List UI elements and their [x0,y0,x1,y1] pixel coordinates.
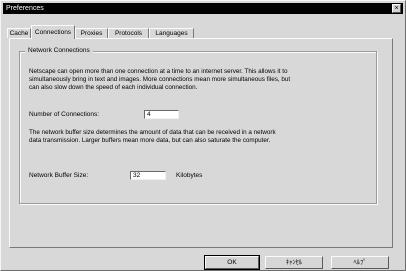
buffer-text-line-1: The network buffer size determines the a… [29,129,276,136]
preferences-dialog: Preferences × Cache Connections Proxies … [0,0,406,271]
connections-input[interactable]: 4 [144,110,179,119]
close-icon[interactable]: × [392,4,401,13]
tab-cache[interactable]: Cache [7,28,31,38]
buffer-size-input[interactable]: 32 [130,171,166,180]
intro-text-line-2: simultaneously bring in text and images.… [29,76,291,83]
window-title: Preferences [6,4,44,12]
ok-button[interactable]: OK [204,255,260,270]
tab-languages[interactable]: Languages [149,28,194,38]
buffer-text-line-2: data transmission. Larger buffers mean m… [29,137,271,144]
intro-text-line-3: can also slow down the speed of each ind… [29,84,198,91]
tab-connections[interactable]: Connections [31,25,75,39]
buffer-unit-label: Kilobytes [176,172,203,179]
intro-text-line-1: Netscape can open more than one connecti… [29,68,288,75]
buffer-size-label: Network Buffer Size: [29,172,89,179]
tab-protocols[interactable]: Protocols [108,28,149,38]
title-bar[interactable]: Preferences × [3,3,403,14]
tab-proxies[interactable]: Proxies [75,28,108,38]
help-button[interactable]: ﾍﾙﾌﾟ [331,256,389,269]
cancel-button[interactable]: ｷｬﾝｾﾙ [265,256,323,269]
group-label: Network Connections [25,46,93,55]
connections-label: Number of Connections: [29,111,100,118]
